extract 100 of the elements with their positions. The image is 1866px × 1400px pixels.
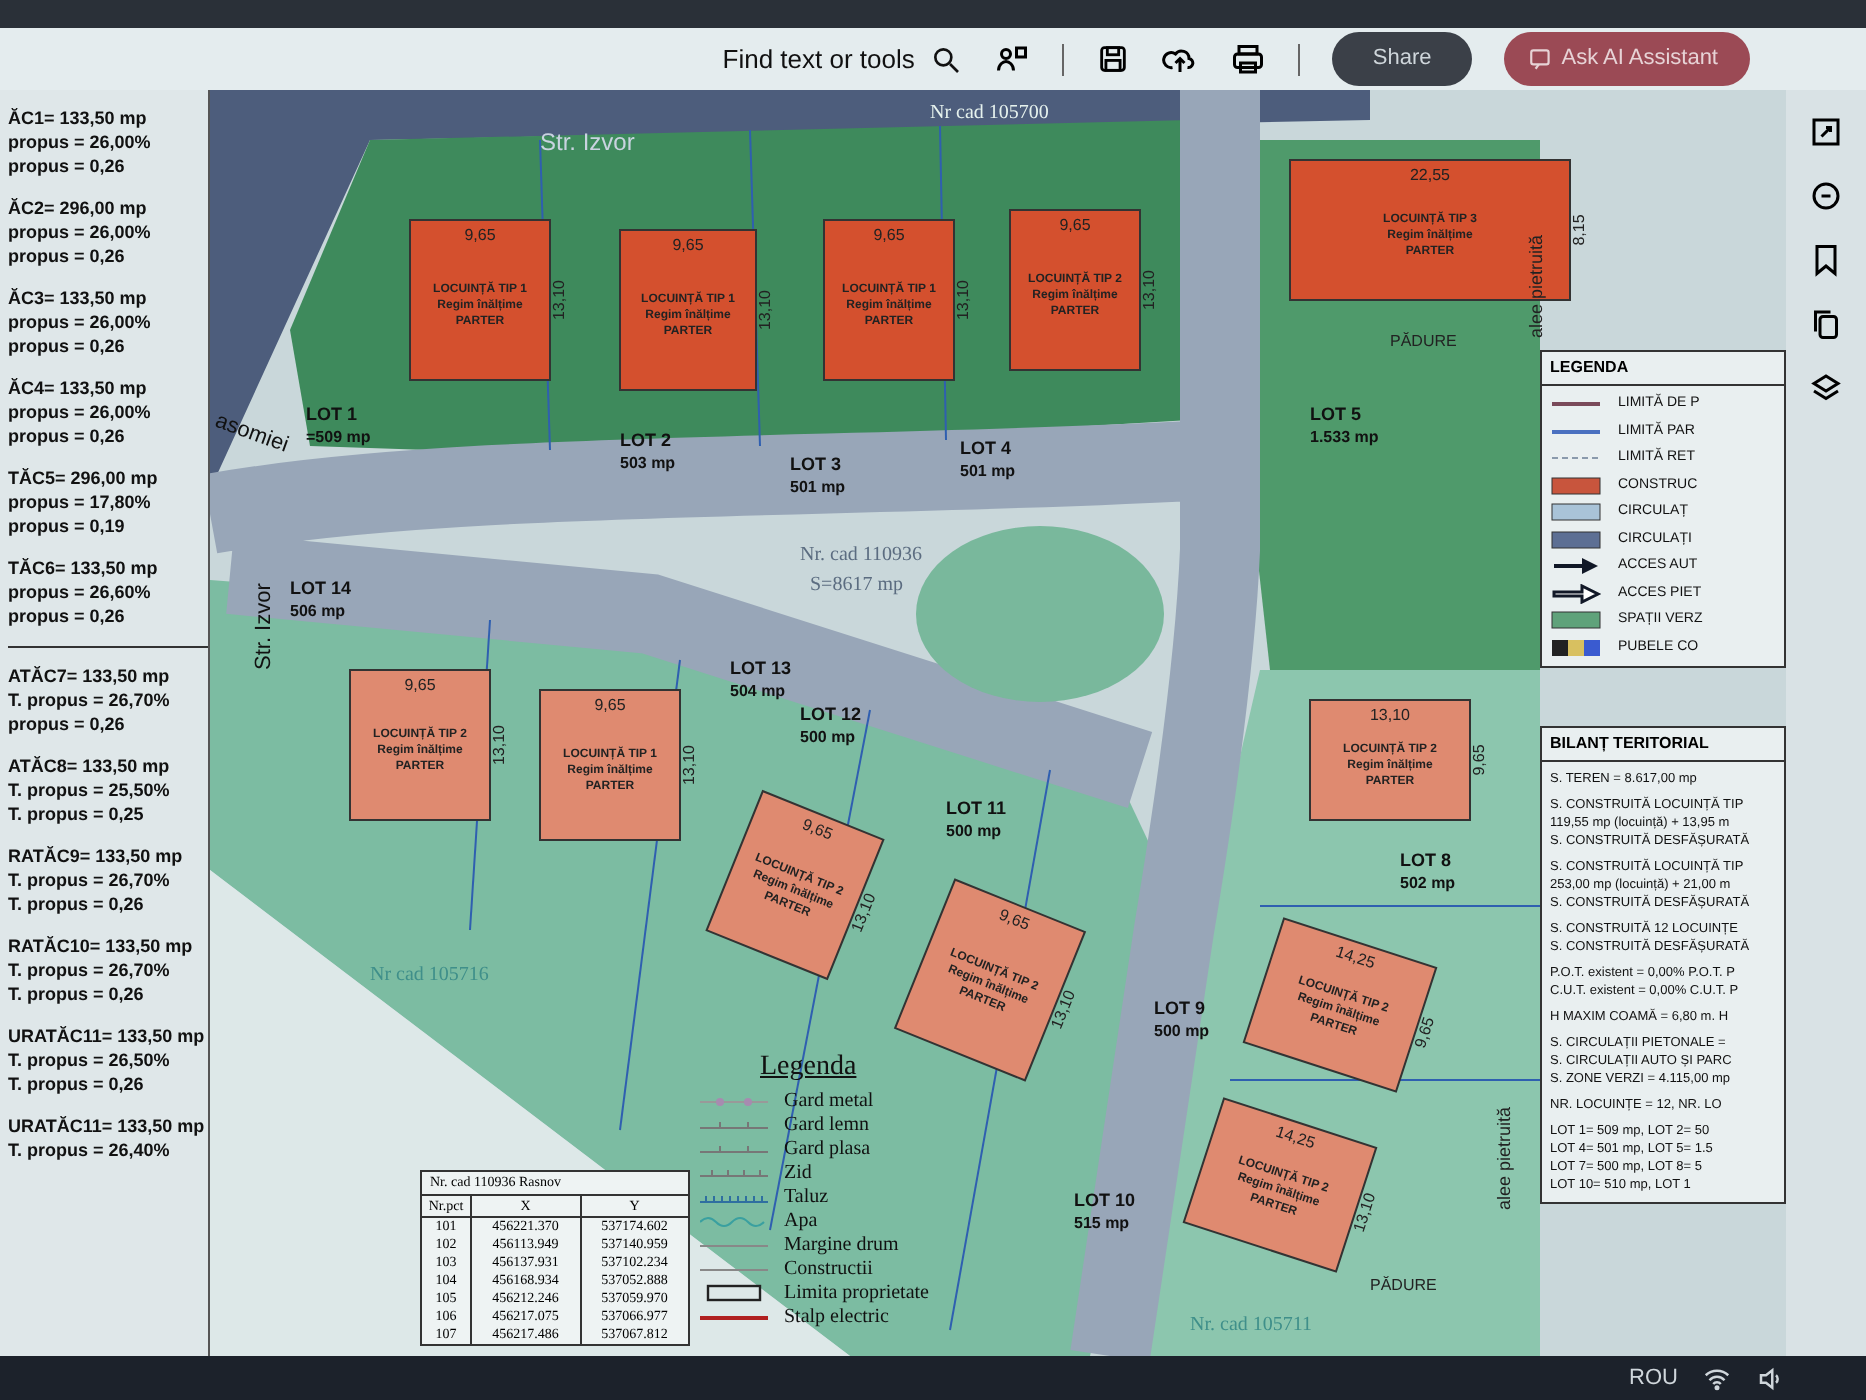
lot-label: LOT 14 [290,578,352,598]
language-indicator[interactable]: ROU [1629,1361,1678,1395]
legend-entry: Constructii [784,1258,873,1280]
lot-area-label: 500 mp [1154,1022,1210,1040]
stat-line: TĂC6= 133,50 mp [8,556,160,580]
line-style-icon [700,1164,768,1182]
lot-label: LOT 4 [960,438,1012,458]
stat-line: TĂC5= 296,00 mp [8,466,160,490]
find-tools-search[interactable]: Find text or tools [722,39,963,79]
lot-area-label: 515 mp [1074,1214,1130,1232]
legend-entry: Taluz [784,1186,829,1208]
dimension-label: 9,65 [1411,1014,1438,1051]
comment-icon[interactable] [1808,178,1844,214]
stat-line: T. propus = 0,26 [8,982,146,1006]
lot-area-label: 504 mp [730,682,786,700]
lot-area-label: 501 mp [790,478,846,496]
lot-area-label: 501 mp [960,462,1016,480]
stat-line: propus = 17,80% [8,490,153,514]
stat-line: propus = 0,26 [8,244,127,268]
dimension-label: 9,65 [594,696,626,714]
lot-label: LOT 9 [1154,998,1206,1018]
lot-label: LOT 8 [1400,850,1452,870]
dimension-label: 22,55 [1409,166,1451,184]
print-icon[interactable] [1230,41,1267,77]
stat-line: T. propus = 0,26 [8,892,146,916]
cadastre-label: Nr. cad 105711 [1190,1314,1313,1336]
street-label: Str. Izvor [252,583,276,670]
legend-entry: Limita proprietate [784,1282,929,1304]
lot-label: LOT 1 [306,404,358,424]
stat-line: ATĂC7= 133,50 mp [8,664,172,688]
dimension-label: 14,25 [1273,1122,1318,1153]
layers-icon[interactable] [1808,370,1844,406]
stat-line: propus = 0,26 [8,154,127,178]
dimension-label: 8,15 [1570,214,1588,246]
stat-line: ATĂC8= 133,50 mp [8,754,172,778]
stat-line: ĂC3= 133,50 mp [8,286,149,310]
dimension-label: 13,10 [1140,269,1158,311]
dimension-label: 13,10 [680,744,698,786]
stat-line: ĂC2= 296,00 mp [8,196,149,220]
map-label: alee pietruită [1526,234,1546,338]
chat-sparkle-icon [1527,46,1554,72]
share-button[interactable]: Share [1332,32,1472,86]
lot-label: LOT 3 [790,454,842,474]
stat-line: propus = 26,00% [8,130,153,154]
line-style-icon [700,1212,768,1230]
stat-line: T. propus = 0,25 [8,802,146,826]
pages-icon[interactable] [1808,306,1844,342]
lot-label: LOT 10 [1074,1190,1136,1210]
ai-assistant-button[interactable]: Ask AI Assistant [1503,32,1750,86]
lot-area-label: 502 mp [1400,874,1456,892]
lot-area-label: 503 mp [620,454,676,472]
dimension-label: 9,65 [464,226,496,244]
legend-entry: Gard lemn [784,1114,869,1136]
people-icon[interactable] [994,41,1031,77]
stat-line: RATĂC9= 133,50 mp [8,844,185,868]
stat-line: propus = 26,00% [8,310,153,334]
cadastre-label: S=8617 mp [810,574,903,596]
legend-heading: Legenda [760,1050,859,1086]
stat-line: propus = 26,00% [8,400,153,424]
dimension-label: 13,10 [550,279,568,321]
lot-area-label: 500 mp [946,822,1002,840]
dimension-label: 13,10 [1047,987,1080,1032]
lot-label: LOT 5 [1310,404,1362,424]
line-style-icon [700,1092,768,1110]
cadastre-label: Nr cad 105700 [930,102,1049,124]
lot-label: LOT 13 [730,658,792,678]
stat-line: T. propus = 26,70% [8,868,172,892]
stat-line: propus = 0,26 [8,424,127,448]
site-balance-title: BILANȚ TERITORIAL [1542,728,1784,762]
legend-entry: Gard metal [784,1090,874,1112]
dimension-label: 9,65 [1059,216,1091,234]
dimension-label: 14,25 [1333,942,1378,973]
stat-line: T. propus = 26,40% [8,1138,172,1162]
dimension-label: 9,65 [873,226,905,244]
lot-area-label: 1.533 mp [1310,428,1379,446]
cadastre-label: Nr. cad 110936 [800,544,923,566]
legend-title: LEGENDA [1542,352,1784,386]
save-icon[interactable] [1096,42,1131,76]
lot-label: LOT 12 [800,704,862,724]
stat-line: T. propus = 25,50% [8,778,172,802]
search-icon [930,43,963,75]
stat-line: ĂC1= 133,50 mp [8,106,149,130]
legend-entry: Apa [784,1210,818,1232]
map-label: PĂDURE [1370,1276,1437,1294]
stat-line: T. propus = 26,70% [8,688,172,712]
resize-icon[interactable] [1808,114,1844,150]
lot-area-label: 500 mp [800,728,856,746]
lot-area-label: 506 mp [290,602,346,620]
dimension-label: 9,65 [1470,744,1488,776]
legend-entry: Gard plasa [784,1138,871,1160]
dimension-label: 9,65 [404,676,436,694]
stat-line: RATĂC10= 133,50 mp [8,934,195,958]
dimension-label: 9,65 [672,236,704,254]
dimension-label: 13,10 [1369,706,1411,724]
stat-line: propus = 0,26 [8,604,127,628]
stat-line: T. propus = 0,26 [8,1072,146,1096]
line-style-icon [700,1116,768,1134]
street-label: Str. Izvor [540,128,635,156]
map-label: alee pietruită [1494,1106,1514,1210]
stat-line: URATĂC11= 133,50 mp [8,1114,207,1138]
